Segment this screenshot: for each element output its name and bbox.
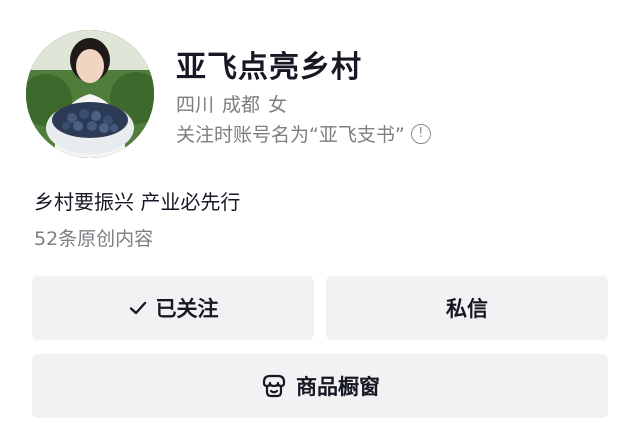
profile-bio: 乡村要振兴 产业必先行	[34, 190, 241, 214]
following-button[interactable]: 已关注	[32, 276, 314, 340]
avatar-photo	[26, 30, 154, 158]
location-city: 成都	[222, 94, 261, 116]
works-count: 52条原创内容	[34, 228, 154, 250]
info-icon[interactable]: !	[410, 123, 431, 144]
profile-gender: 女	[268, 94, 288, 116]
following-button-label: 已关注	[155, 297, 219, 321]
profile-location: 四川 成都女	[176, 90, 295, 117]
profile-nickname: 亚飞点亮乡村	[176, 50, 362, 85]
check-icon	[128, 298, 148, 318]
shop-window-icon	[260, 372, 288, 400]
avatar[interactable]	[26, 30, 154, 158]
message-button-label: 私信	[446, 297, 488, 321]
profile-page: 亚飞点亮乡村 四川 成都女 关注时账号名为“亚飞支书” ! 乡村要振兴 产业必先行…	[0, 0, 640, 440]
location-province: 四川	[176, 94, 215, 116]
shop-window-button-label: 商品橱窗	[296, 375, 380, 399]
message-button[interactable]: 私信	[326, 276, 608, 340]
former-name-text: 关注时账号名为“亚飞支书”	[176, 124, 405, 146]
former-account-name: 关注时账号名为“亚飞支书” !	[176, 120, 431, 147]
shop-window-button[interactable]: 商品橱窗	[32, 354, 608, 418]
